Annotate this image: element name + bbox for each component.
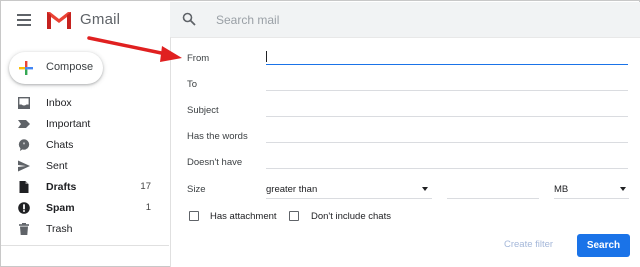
- size-label: Size: [187, 184, 206, 195]
- important-label-icon: [18, 120, 30, 128]
- sidebar-item-important[interactable]: Important: [1, 114, 166, 135]
- has-attachment-label: Has attachment: [210, 211, 277, 222]
- dont-include-chats-label: Don't include chats: [311, 211, 391, 222]
- search-bar[interactable]: Search mail: [170, 2, 640, 37]
- trash-icon: [19, 223, 29, 235]
- sidebar-item-label: Inbox: [46, 97, 72, 109]
- to-field[interactable]: [266, 90, 628, 91]
- text-cursor: [266, 51, 267, 62]
- spam-count: 1: [145, 202, 151, 213]
- sidebar-item-trash[interactable]: Trash: [1, 219, 166, 240]
- compose-plus-icon: [19, 61, 33, 75]
- advanced-search-panel: From To Subject Has the words Doesn't ha…: [170, 37, 640, 267]
- sidebar-item-label: Chats: [46, 139, 74, 151]
- gmail-window: Gmail Search mail Compose Inbox Importan…: [0, 0, 640, 267]
- sidebar-item-chats[interactable]: " Chats: [1, 135, 166, 156]
- sidebar-item-sent[interactable]: Sent: [1, 156, 166, 177]
- app-title: Gmail: [80, 11, 121, 28]
- doesnt-have-field[interactable]: [266, 168, 628, 169]
- compose-label: Compose: [46, 61, 94, 73]
- size-unit-select[interactable]: MB: [554, 184, 568, 195]
- size-operator-select[interactable]: greater than: [266, 184, 317, 195]
- sidebar-item-label: Important: [46, 118, 91, 130]
- has-words-field[interactable]: [266, 142, 628, 143]
- size-value-field[interactable]: [447, 198, 539, 199]
- search-input[interactable]: Search mail: [216, 13, 279, 27]
- inbox-icon: [18, 97, 30, 109]
- gmail-logo-icon[interactable]: [46, 9, 72, 31]
- spam-icon: [18, 202, 30, 214]
- subject-field[interactable]: [266, 116, 628, 117]
- compose-button[interactable]: Compose: [9, 52, 103, 84]
- send-icon: [18, 160, 30, 172]
- svg-text:": ": [23, 142, 26, 149]
- dont-include-chats-checkbox[interactable]: [289, 211, 299, 221]
- from-label: From: [187, 53, 210, 64]
- search-icon[interactable]: [182, 12, 196, 26]
- has-attachment-checkbox[interactable]: [189, 211, 199, 221]
- to-label: To: [187, 79, 198, 90]
- sidebar-item-label: Trash: [46, 223, 73, 235]
- sidebar-item-drafts[interactable]: Drafts 17: [1, 177, 166, 198]
- sidebar-divider: [1, 245, 169, 246]
- doesnt-have-label: Doesn't have: [187, 157, 243, 168]
- sidebar-item-label: Drafts: [46, 181, 77, 193]
- size-operator-underline: [266, 198, 432, 199]
- sidebar-nav: Inbox Important " Chats Sent Drafts 17 S…: [1, 93, 166, 240]
- has-words-label: Has the words: [187, 131, 248, 142]
- hamburger-menu-icon[interactable]: [17, 14, 31, 26]
- create-filter-link[interactable]: Create filter: [504, 239, 553, 250]
- from-field[interactable]: [266, 64, 628, 65]
- search-button[interactable]: Search: [577, 234, 630, 257]
- draft-icon: [19, 181, 29, 193]
- sidebar-item-inbox[interactable]: Inbox: [1, 93, 166, 114]
- sidebar-item-spam[interactable]: Spam 1: [1, 198, 166, 219]
- size-unit-underline: [554, 198, 629, 199]
- chevron-down-icon[interactable]: [620, 187, 626, 191]
- sidebar-item-label: Spam: [46, 202, 75, 214]
- chat-bubble-icon: ": [18, 139, 30, 151]
- chevron-down-icon[interactable]: [422, 187, 428, 191]
- drafts-count: 17: [140, 181, 151, 192]
- subject-label: Subject: [187, 105, 219, 116]
- sidebar-item-label: Sent: [46, 160, 68, 172]
